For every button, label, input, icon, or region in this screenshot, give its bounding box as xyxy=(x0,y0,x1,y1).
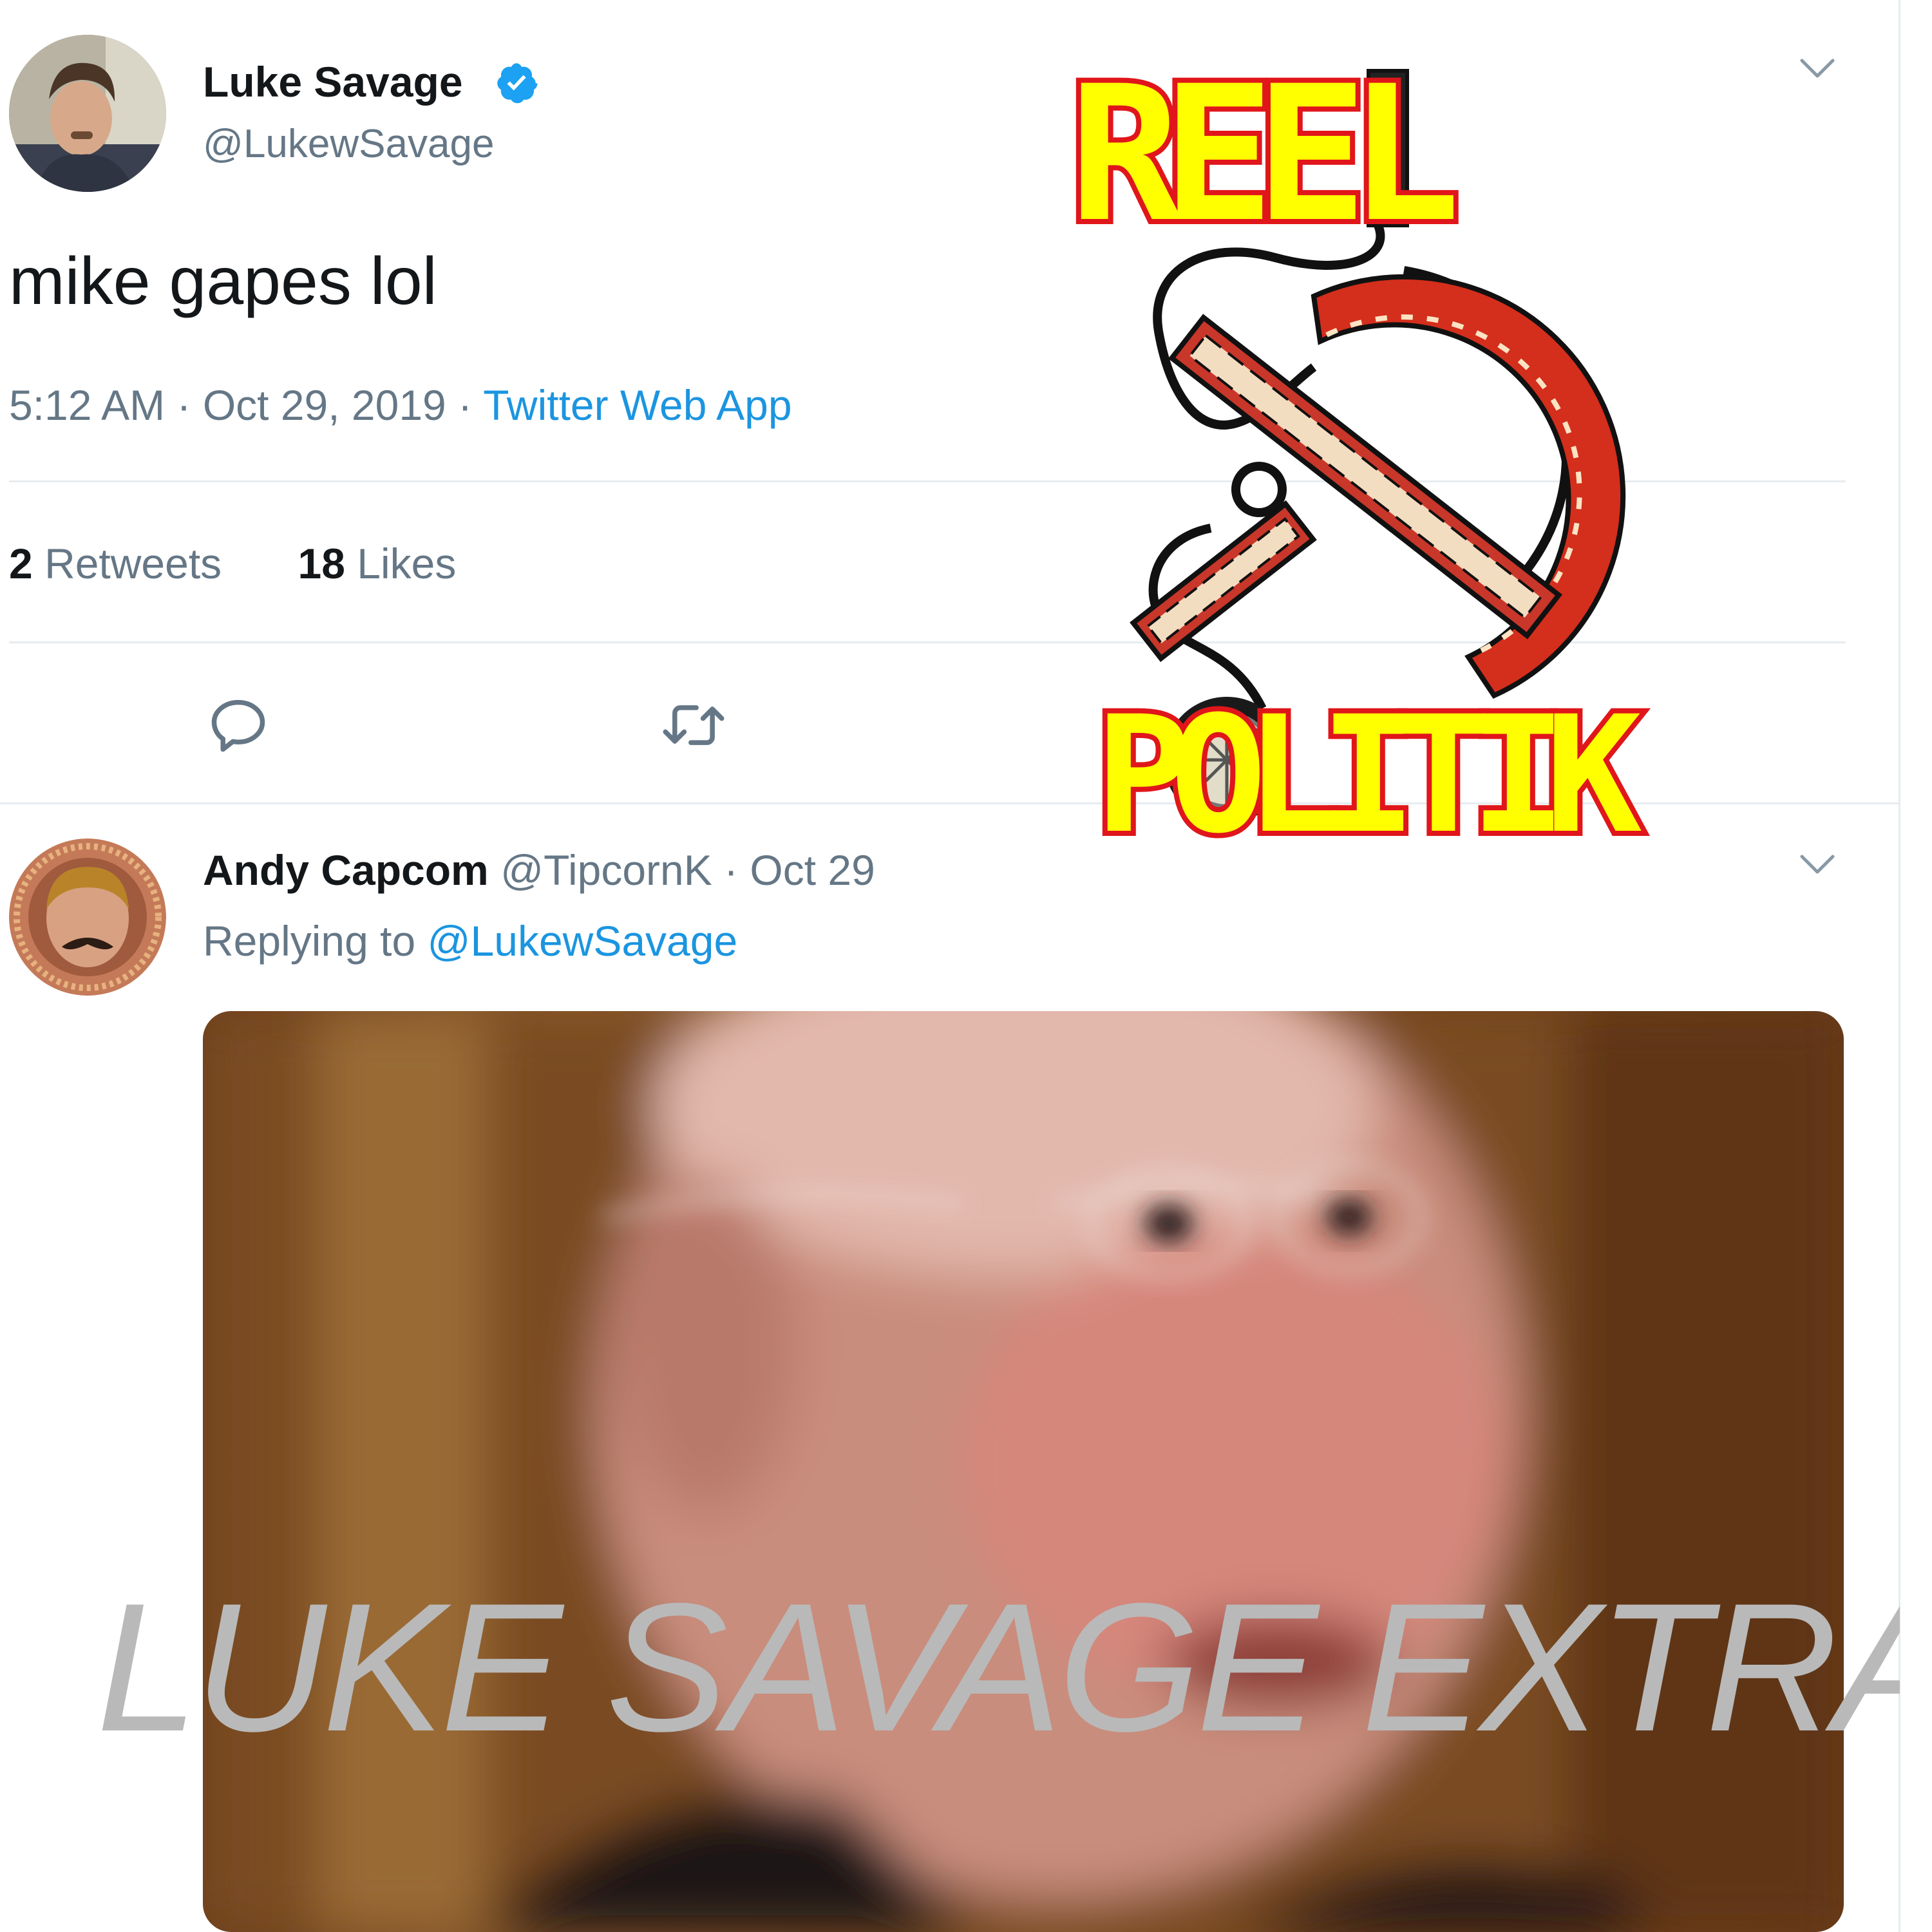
tweet-source-link[interactable]: Twitter Web App xyxy=(483,381,791,429)
avatar[interactable] xyxy=(9,838,166,996)
retweets-label: Retweets xyxy=(44,540,222,587)
tweet-time[interactable]: 5:12 AM xyxy=(9,381,165,429)
tweet-stats: 2 Retweets 18 Likes xyxy=(9,535,456,592)
retweets-stat[interactable]: 2 Retweets xyxy=(9,540,234,587)
reply-date[interactable]: Oct 29 xyxy=(750,846,875,894)
author-handle[interactable]: @TipcornK xyxy=(500,846,712,894)
reel-politik-logo: REEL POLITIK xyxy=(1043,64,1816,857)
meta-separator: · xyxy=(458,381,473,429)
tweet-text: mike gapes lol xyxy=(9,244,437,319)
author-name[interactable]: Andy Capcom xyxy=(203,846,489,894)
retweets-count: 2 xyxy=(9,540,33,587)
logo-bottom-word: POLITIK xyxy=(1095,681,1642,857)
avatar[interactable] xyxy=(9,35,166,192)
replying-to: Replying to @LukewSavage xyxy=(203,912,737,970)
meta-separator: · xyxy=(176,381,191,429)
tweet-date[interactable]: Oct 29, 2019 xyxy=(203,381,446,429)
logo-top-word: REEL xyxy=(1069,64,1454,263)
retweet-icon[interactable] xyxy=(658,693,729,757)
replying-handle-link[interactable]: @LukewSavage xyxy=(428,917,738,965)
likes-count: 18 xyxy=(298,540,345,587)
watermark-text: LUKE SAVAGE EXTRA xyxy=(97,1566,1900,1770)
replying-prefix: Replying to xyxy=(203,917,416,965)
reply-media-image[interactable] xyxy=(203,1011,1844,1932)
verified-badge-icon xyxy=(495,61,538,104)
author-handle[interactable]: @LukewSavage xyxy=(203,117,494,171)
meta-separator: · xyxy=(724,846,739,894)
likes-label: Likes xyxy=(357,540,457,587)
likes-stat[interactable]: 18 Likes xyxy=(298,540,457,587)
tweet-meta: 5:12 AM · Oct 29, 2019 · Twitter Web App xyxy=(9,376,792,434)
reply-header: Andy Capcom @TipcornK · Oct 29 xyxy=(203,841,875,899)
author-name[interactable]: Luke Savage xyxy=(203,53,463,111)
reply-icon[interactable] xyxy=(206,693,270,757)
